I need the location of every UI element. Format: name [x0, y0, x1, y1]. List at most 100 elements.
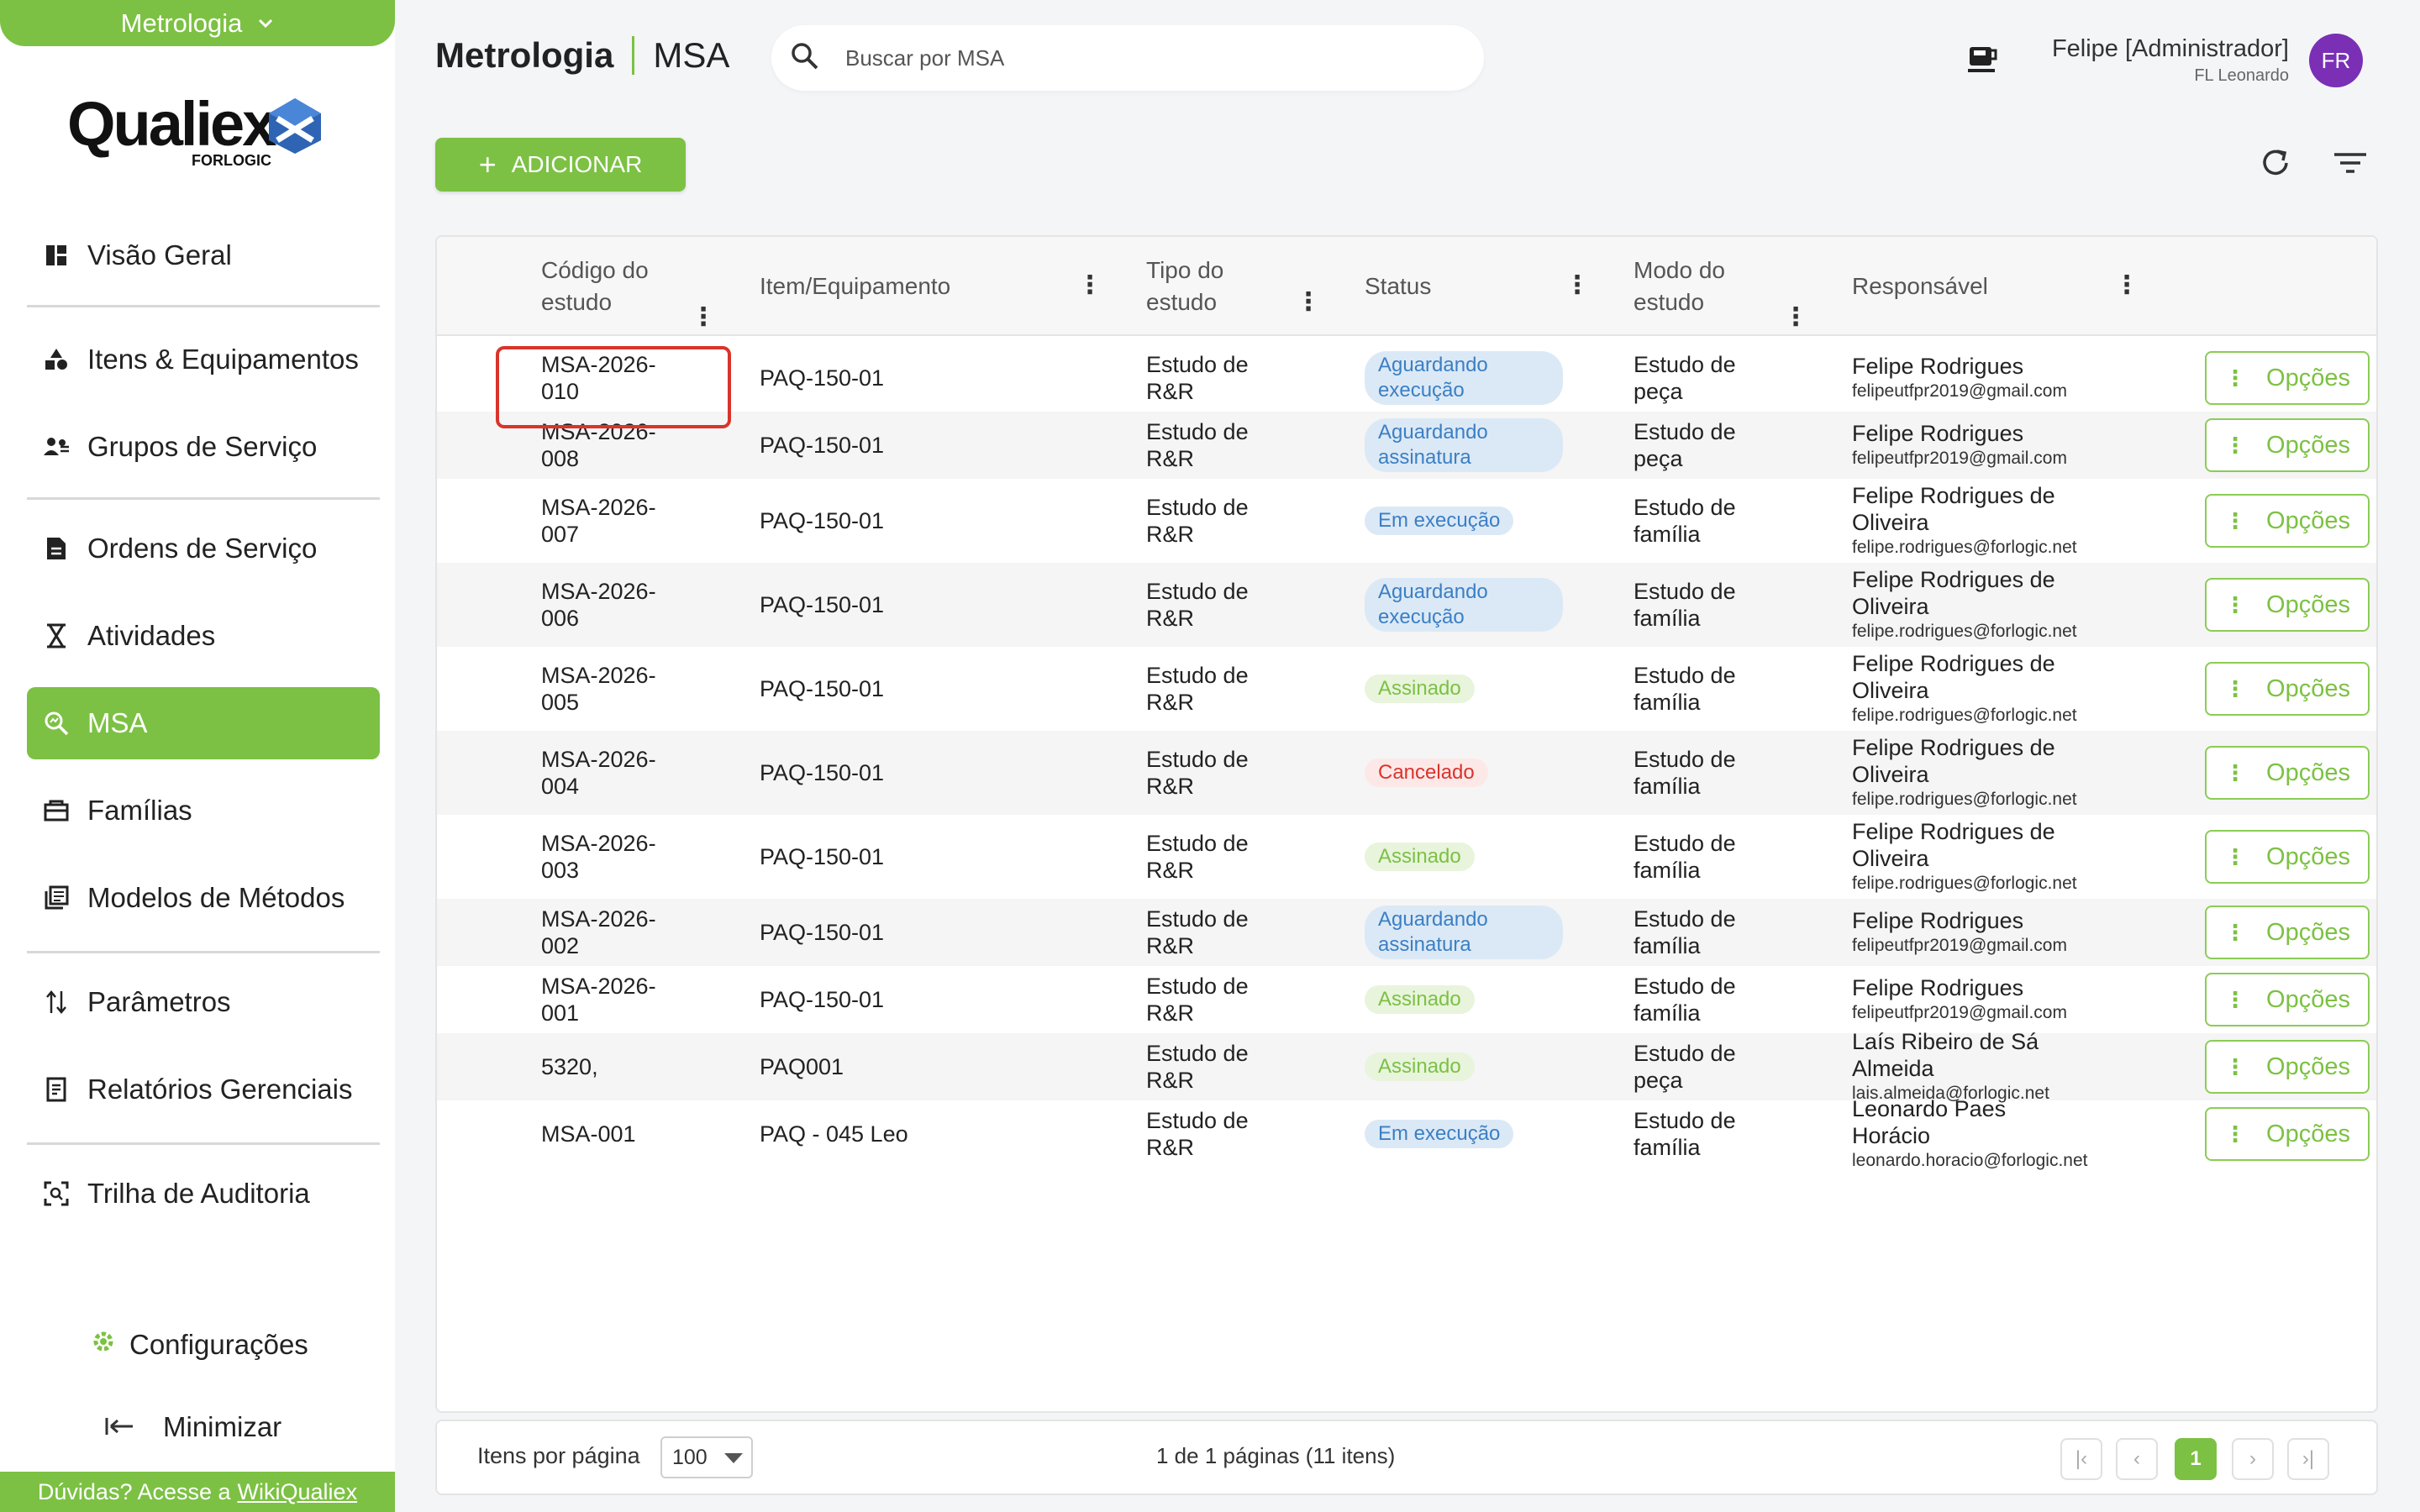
cell-type: Estudo de R&R: [1146, 831, 1249, 883]
column-menu-icon[interactable]: ⋮: [2114, 270, 2139, 300]
user-info[interactable]: Felipe [Administrador] FL Leonardo: [2052, 35, 2289, 86]
sidebar-item-modelos-de-m-todos[interactable]: Modelos de Métodos: [27, 862, 380, 934]
cell-responsible: Felipe Rodrigues de Oliveira felipe.rodri…: [1852, 479, 2104, 563]
column-menu-icon[interactable]: ⋮: [1296, 287, 1321, 317]
cell-item: PAQ-150-01: [760, 592, 885, 617]
more-vertical-icon: ⋮: [2224, 675, 2247, 701]
sidebar-item-label: Grupos de Serviço: [87, 431, 318, 462]
sidebar-item-label: Ordens de Serviço: [87, 533, 318, 564]
sidebar-divider: [27, 305, 380, 307]
table-row[interactable]: MSA-2026-003 PAQ-150-01 Estudo de R&R Assin…: [437, 815, 2376, 899]
sidebar-item-atividades[interactable]: Atividades: [27, 600, 380, 672]
sidebar-item-trilha-de-auditoria[interactable]: Trilha de Auditoria: [27, 1158, 380, 1230]
options-button[interactable]: ⋮ Opções: [2205, 746, 2370, 800]
cell-type: Estudo de R&R: [1146, 663, 1249, 715]
cell-status: Assinado: [1365, 815, 1583, 899]
options-button[interactable]: ⋮ Opções: [2205, 906, 2370, 959]
cell-status: Assinado: [1365, 966, 1583, 1033]
filter-icon[interactable]: [2333, 146, 2368, 184]
minimize-button[interactable]: Minimizar: [104, 1411, 281, 1443]
title-separator: [632, 36, 635, 75]
status-badge: Aguardando execução: [1365, 578, 1563, 632]
sidebar: Metrologia Qualiex FORLOGIC Visão Geral I…: [0, 0, 395, 1512]
last-page-icon: ›|: [2302, 1447, 2315, 1470]
dashboard-icon: [42, 241, 71, 270]
options-button[interactable]: ⋮ Opções: [2205, 973, 2370, 1026]
collapse-arrow-icon: [104, 1411, 134, 1443]
options-button[interactable]: ⋮ Opções: [2205, 662, 2370, 716]
sidebar-item-grupos-de-servi-o[interactable]: Grupos de Serviço: [27, 411, 380, 483]
add-label: ADICIONAR: [511, 151, 643, 177]
last-page-button[interactable]: ›|: [2287, 1438, 2329, 1480]
table-row[interactable]: MSA-2026-007 PAQ-150-01 Estudo de R&R Em ex…: [437, 479, 2376, 563]
options-button[interactable]: ⋮ Opções: [2205, 418, 2370, 472]
first-page-button[interactable]: |‹: [2060, 1438, 2102, 1480]
sidebar-item-par-metros[interactable]: Parâmetros: [27, 966, 380, 1038]
table-row[interactable]: 5320, PAQ001 Estudo de R&R Assinado Estudo d…: [437, 1029, 2376, 1103]
sidebar-item-itens-equipamentos[interactable]: Itens & Equipamentos: [27, 323, 380, 396]
col-header-responsible[interactable]: Responsável: [1852, 237, 2104, 336]
column-menu-icon[interactable]: ⋮: [1565, 270, 1590, 300]
hourglass-icon: [42, 622, 71, 650]
user-org: FL Leonardo: [2194, 66, 2289, 85]
sidebar-item-label: Parâmetros: [87, 986, 231, 1017]
options-button[interactable]: ⋮ Opções: [2205, 1107, 2370, 1161]
sidebar-item-fam-lias[interactable]: Famílias: [27, 774, 380, 847]
cell-type: Estudo de R&R: [1146, 906, 1249, 958]
search-input[interactable]: [845, 45, 1434, 71]
status-badge: Assinado: [1365, 675, 1475, 703]
status-badge: Assinado: [1365, 843, 1475, 871]
sidebar-item-msa[interactable]: MSA: [27, 687, 380, 759]
cell-code: MSA-2026-001: [541, 974, 656, 1026]
options-label: Opções: [2266, 431, 2350, 459]
cell-mode: Estudo de família: [1634, 579, 1736, 631]
cell-status: Aguardando execução: [1365, 563, 1583, 647]
col-header-status[interactable]: Status: [1365, 237, 1533, 336]
prev-page-button[interactable]: ‹: [2116, 1438, 2158, 1480]
table-row[interactable]: MSA-2026-001 PAQ-150-01 Estudo de R&R Assin…: [437, 966, 2376, 1033]
cell-type: Estudo de R&R: [1146, 579, 1249, 631]
wiki-link[interactable]: WikiQualiex: [238, 1479, 358, 1505]
help-bar: Dúvidas? Acesse a WikiQualiex: [0, 1472, 395, 1512]
options-button[interactable]: ⋮ Opções: [2205, 830, 2370, 884]
options-button[interactable]: ⋮ Opções: [2205, 494, 2370, 548]
options-button[interactable]: ⋮ Opções: [2205, 578, 2370, 632]
status-badge: Em execução: [1365, 507, 1514, 535]
page-title: Metrologia MSA: [435, 35, 729, 76]
options-button[interactable]: ⋮ Opções: [2205, 351, 2370, 405]
table-row[interactable]: MSA-001 PAQ - 045 Leo Estudo de R&R Em exec…: [437, 1096, 2376, 1170]
coffee-icon[interactable]: [1965, 40, 2002, 81]
col-header-item[interactable]: Item/Equipamento: [760, 237, 978, 336]
sidebar-item-relat-rios-gerenciais[interactable]: Relatórios Gerenciais: [27, 1053, 380, 1126]
search-bar[interactable]: [771, 25, 1484, 91]
column-menu-icon[interactable]: ⋮: [691, 302, 716, 332]
settings-link[interactable]: Configurações: [91, 1329, 308, 1361]
sidebar-divider: [27, 1142, 380, 1145]
page-button-current[interactable]: 1: [2175, 1438, 2217, 1480]
avatar[interactable]: FR: [2309, 34, 2363, 87]
minimize-label: Minimizar: [163, 1411, 282, 1442]
refresh-icon[interactable]: [2259, 146, 2292, 184]
column-menu-icon[interactable]: ⋮: [1077, 270, 1102, 300]
col-header-type[interactable]: Tipo do estudo: [1146, 237, 1272, 336]
col-header-code[interactable]: Código do estudo: [541, 237, 676, 336]
cell-mode: Estudo de família: [1634, 495, 1736, 547]
next-page-button[interactable]: ›: [2232, 1438, 2274, 1480]
module-selector[interactable]: Metrologia: [0, 0, 395, 46]
col-header-mode[interactable]: Modo do estudo: [1634, 237, 1734, 336]
items-per-page-select[interactable]: 100: [660, 1436, 753, 1478]
table-row[interactable]: MSA-2026-004 PAQ-150-01 Estudo de R&R Cance…: [437, 731, 2376, 815]
more-vertical-icon: ⋮: [2224, 507, 2247, 533]
table-row[interactable]: MSA-2026-005 PAQ-150-01 Estudo de R&R Assin…: [437, 647, 2376, 731]
sidebar-item-ordens-de-servi-o[interactable]: Ordens de Serviço: [27, 512, 380, 585]
responsible-name: Felipe Rodrigues: [1852, 421, 2024, 446]
options-button[interactable]: ⋮ Opções: [2205, 1040, 2370, 1094]
cell-item: PAQ-150-01: [760, 987, 885, 1012]
cell-responsible: Felipe Rodrigues de Oliveira felipe.rodri…: [1852, 563, 2104, 647]
sidebar-item-vis-o-geral[interactable]: Visão Geral: [27, 219, 380, 291]
column-menu-icon[interactable]: ⋮: [1783, 302, 1808, 332]
table-row[interactable]: MSA-2026-002 PAQ-150-01 Estudo de R&R Aguar…: [437, 899, 2376, 966]
sidebar-item-label: Visão Geral: [87, 239, 232, 270]
table-row[interactable]: MSA-2026-006 PAQ-150-01 Estudo de R&R Aguar…: [437, 563, 2376, 647]
add-button[interactable]: + ADICIONAR: [435, 138, 686, 192]
